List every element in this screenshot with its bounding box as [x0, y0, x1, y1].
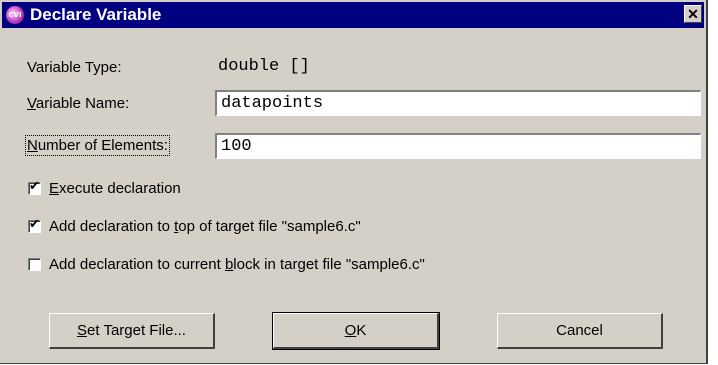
add-to-current-block-checkbox[interactable] — [28, 258, 41, 271]
number-of-elements-label-mnemonic: N — [27, 137, 38, 154]
execute-declaration-label: Execute declaration — [49, 180, 181, 197]
execute-declaration-option[interactable]: ✔ Execute declaration — [28, 179, 181, 197]
add-to-current-block-label: Add declaration to current block in targ… — [49, 256, 425, 273]
number-of-elements-label-text: umber of Elements: — [37, 137, 168, 154]
execute-declaration-checkbox[interactable]: ✔ — [28, 179, 41, 195]
variable-name-label: Variable Name: — [27, 95, 129, 112]
variable-name-input[interactable]: datapoints — [215, 90, 701, 116]
variable-type-label: Variable Type: — [27, 59, 122, 76]
add-to-top-option[interactable]: ✔ Add declaration to top of target file … — [28, 217, 361, 235]
number-of-elements-label: Number of Elements: — [25, 135, 170, 156]
close-icon: ✕ — [687, 6, 699, 22]
title-bar[interactable]: CVI Declare Variable ✕ — [2, 2, 704, 28]
set-target-file-button[interactable]: Set Target File... — [49, 313, 215, 349]
checkmark-icon: ✔ — [29, 179, 40, 194]
variable-type-value: double [] — [218, 57, 310, 76]
checkmark-icon: ✔ — [29, 217, 40, 232]
variable-name-label-mnemonic: V — [27, 95, 36, 112]
add-to-current-block-option[interactable]: Add declaration to current block in targ… — [28, 256, 425, 273]
add-to-top-label: Add declaration to top of target file "s… — [49, 218, 361, 235]
variable-name-label-text: ariable Name: — [35, 95, 130, 112]
add-to-top-checkbox[interactable]: ✔ — [28, 217, 41, 233]
close-button[interactable]: ✕ — [684, 5, 702, 23]
declare-variable-dialog: CVI Declare Variable ✕ Variable Type: do… — [0, 0, 708, 364]
app-icon: CVI — [6, 6, 24, 24]
cancel-button[interactable]: Cancel — [497, 313, 663, 349]
dialog-title: Declare Variable — [30, 5, 162, 24]
number-of-elements-input[interactable]: 100 — [215, 133, 701, 159]
ok-button[interactable]: OK — [272, 312, 440, 350]
